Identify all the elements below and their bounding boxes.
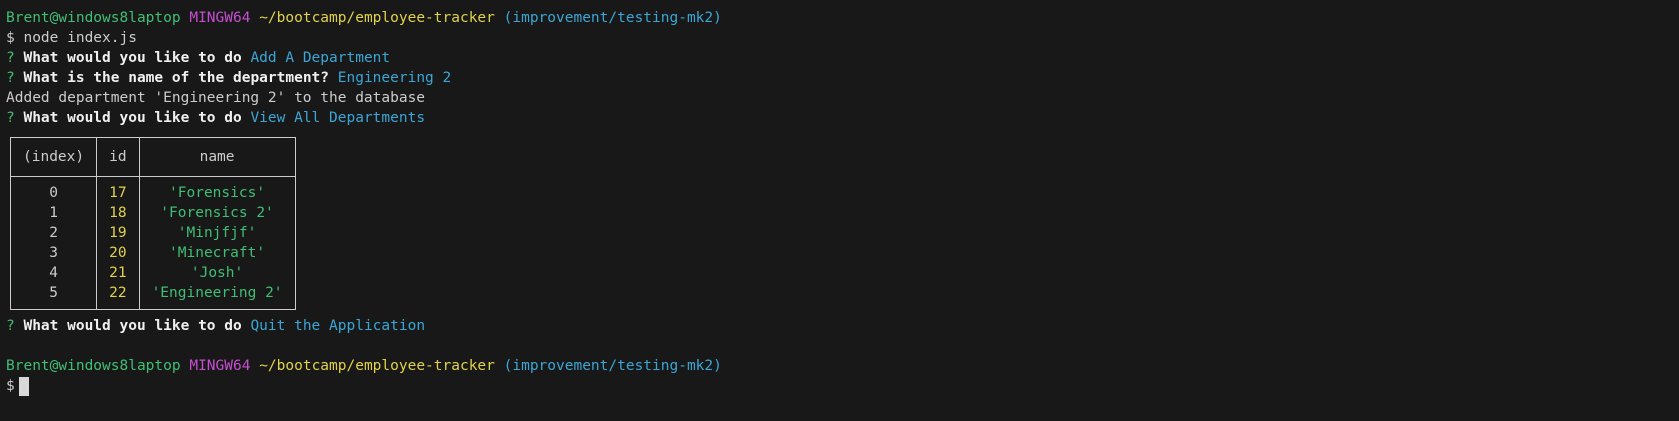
question-line: ? What would you like to do Add A Depart… (6, 48, 1673, 68)
current-path: ~/bootcamp/employee-tracker (259, 358, 495, 374)
question-line: ? What would you like to do View All Dep… (6, 108, 1673, 128)
answer-text: Add A Department (250, 50, 391, 66)
departments-table: (index) id name 0 17 'Forensics' 1 18 'F… (9, 137, 296, 310)
question-line: ? What is the name of the department? En… (6, 68, 1673, 88)
user-host: Brent@windows8laptop (6, 358, 181, 374)
cell-name: 'Forensics' (138, 176, 296, 203)
table-row: 0 17 'Forensics' (9, 176, 296, 203)
shell-name: MINGW64 (189, 10, 251, 26)
column-header-id: id (96, 137, 140, 177)
question-mark-icon: ? (6, 70, 15, 86)
table-row: 5 22 'Engineering 2' (9, 283, 296, 310)
text-cursor[interactable] (18, 376, 29, 396)
answer-text: Quit the Application (250, 318, 426, 334)
git-branch: (improvement/testing-mk2) (503, 358, 722, 374)
question-text: What would you like to do (23, 318, 242, 334)
git-branch: (improvement/testing-mk2) (503, 10, 722, 26)
prompt-header: Brent@windows8laptop MINGW64 ~/bootcamp/… (6, 356, 1673, 376)
cell-id: 21 (96, 263, 140, 283)
cell-index: 5 (9, 283, 98, 310)
input-prompt-line[interactable]: $ (6, 376, 1673, 396)
question-mark-icon: ? (6, 318, 15, 334)
cell-id: 17 (96, 176, 140, 203)
user-host: Brent@windows8laptop (6, 10, 181, 26)
table-row: 3 20 'Minecraft' (9, 243, 296, 263)
cell-id: 22 (96, 283, 140, 310)
answer-text: View All Departments (250, 110, 426, 126)
cell-name: 'Forensics 2' (138, 203, 296, 223)
cell-id: 18 (96, 203, 140, 223)
question-text: What would you like to do (23, 50, 242, 66)
table-row: 4 21 'Josh' (9, 263, 296, 283)
current-path: ~/bootcamp/employee-tracker (259, 10, 495, 26)
answer-text: Engineering 2 (337, 70, 452, 86)
cell-name: 'Minecraft' (138, 243, 296, 263)
cell-name: 'Josh' (138, 263, 296, 283)
cell-name: 'Minjfjf' (138, 223, 296, 243)
prompt-symbol: $ (6, 378, 15, 394)
cell-id: 19 (96, 223, 140, 243)
table-row: 2 19 'Minjfjf' (9, 223, 296, 243)
shell-name: MINGW64 (189, 358, 251, 374)
cell-index: 4 (9, 263, 98, 283)
cell-index: 0 (9, 176, 98, 203)
terminal-output[interactable]: Brent@windows8laptop MINGW64 ~/bootcamp/… (6, 8, 1673, 396)
cell-index: 1 (9, 203, 98, 223)
question-mark-icon: ? (6, 50, 15, 66)
cell-index: 2 (9, 223, 98, 243)
question-text: What is the name of the department? (23, 70, 330, 86)
command-line: $ node index.js (6, 30, 137, 46)
cell-id: 20 (96, 243, 140, 263)
question-mark-icon: ? (6, 110, 15, 126)
prompt-header: Brent@windows8laptop MINGW64 ~/bootcamp/… (6, 8, 1673, 28)
column-header-name: name (138, 137, 296, 177)
cell-index: 3 (9, 243, 98, 263)
table-row: 1 18 'Forensics 2' (9, 203, 296, 223)
question-line: ? What would you like to do Quit the App… (6, 316, 1673, 336)
table-header-row: (index) id name (9, 137, 296, 177)
question-text: What would you like to do (23, 110, 242, 126)
cell-name: 'Engineering 2' (138, 283, 296, 310)
status-message: Added department 'Engineering 2' to the … (6, 90, 426, 106)
column-header-index: (index) (9, 137, 98, 177)
